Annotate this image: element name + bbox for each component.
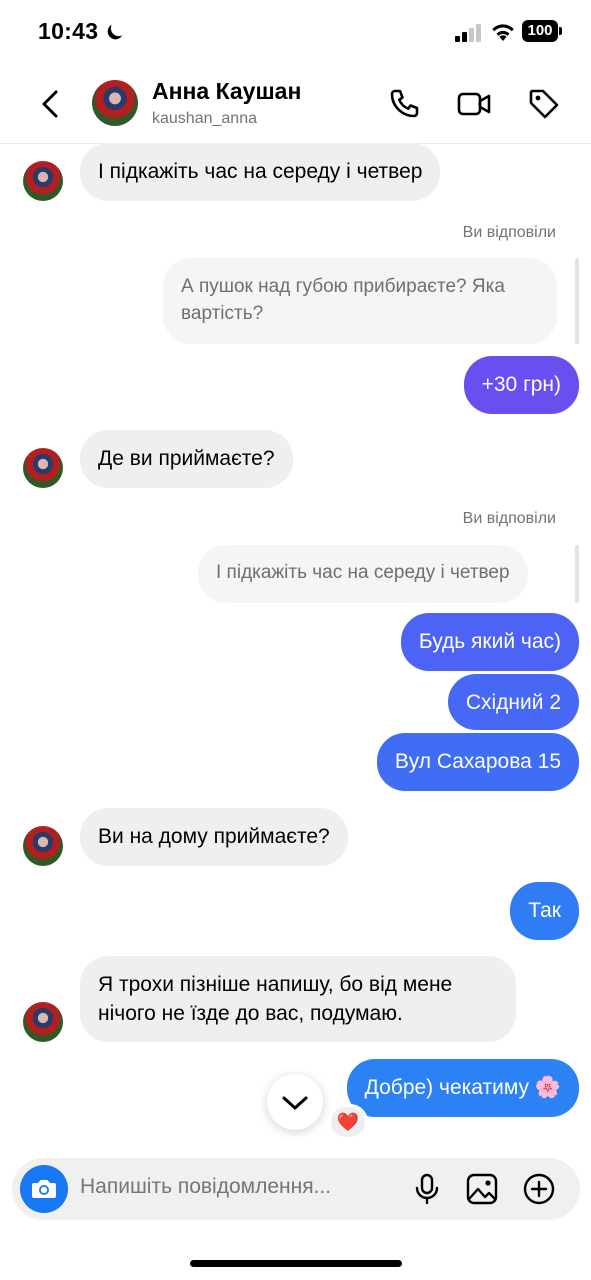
heart-reaction[interactable]: ❤️ xyxy=(328,1104,368,1140)
reply-quote[interactable]: А пушок над губою прибираєте? Яка вартіс… xyxy=(163,258,557,344)
home-indicator xyxy=(190,1260,402,1267)
sender-avatar xyxy=(23,161,63,201)
sender-avatar xyxy=(23,826,63,866)
outgoing-message[interactable]: +30 грн) xyxy=(463,356,579,414)
battery-level: 100 xyxy=(522,20,558,42)
reply-quote[interactable]: І підкажіть час на середу і четвер xyxy=(198,545,528,603)
incoming-message[interactable]: І підкажіть час на середу і четвер xyxy=(80,143,441,201)
sender-avatar xyxy=(23,1002,63,1042)
contact-username[interactable]: kaushan_anna xyxy=(152,110,257,128)
sender-avatar xyxy=(23,448,63,488)
message-input[interactable] xyxy=(80,1175,380,1199)
incoming-message[interactable]: Я трохи пізніше напишу, бо від мене нічо… xyxy=(80,956,516,1042)
wifi-icon xyxy=(492,24,514,41)
back-arrow-icon[interactable] xyxy=(36,84,66,124)
reply-bar xyxy=(575,545,579,603)
outgoing-message[interactable]: Східний 2 xyxy=(447,674,579,730)
gallery-icon[interactable] xyxy=(465,1172,499,1206)
outgoing-message[interactable]: Будь який час) xyxy=(400,613,579,671)
add-circle-icon[interactable] xyxy=(522,1172,556,1206)
signal-icon xyxy=(455,24,481,42)
contact-avatar[interactable] xyxy=(92,80,138,126)
status-bar: 10:43 100 xyxy=(0,0,591,64)
incoming-message[interactable]: Ви на дому приймаєте? xyxy=(80,808,348,866)
outgoing-message[interactable]: Вул Сахарова 15 xyxy=(376,733,579,791)
microphone-icon[interactable] xyxy=(410,1172,444,1206)
replied-label: Ви відповіли xyxy=(462,510,556,527)
camera-button[interactable] xyxy=(20,1165,68,1213)
video-camera-icon[interactable] xyxy=(456,86,492,122)
incoming-message[interactable]: Де ви приймаєте? xyxy=(80,430,293,488)
battery-cap xyxy=(559,27,562,35)
chevron-down-icon xyxy=(282,1096,308,1110)
battery-indicator: 100 xyxy=(522,20,562,42)
camera-icon xyxy=(32,1180,56,1198)
outgoing-message[interactable]: Так xyxy=(510,882,579,940)
chat-header: Анна Каушан kaushan_anna xyxy=(0,64,591,144)
message-composer xyxy=(12,1158,580,1220)
status-time: 10:43 xyxy=(38,18,99,44)
scroll-to-bottom-button[interactable] xyxy=(267,1074,323,1130)
tag-icon[interactable] xyxy=(526,86,562,122)
contact-name[interactable]: Анна Каушан xyxy=(152,78,301,105)
phone-icon[interactable] xyxy=(386,86,422,122)
replied-label: Ви відповіли xyxy=(462,224,556,241)
reply-bar xyxy=(575,258,579,344)
moon-icon xyxy=(107,24,123,40)
outgoing-message[interactable]: Добре) чекатиму 🌸 xyxy=(346,1059,579,1117)
